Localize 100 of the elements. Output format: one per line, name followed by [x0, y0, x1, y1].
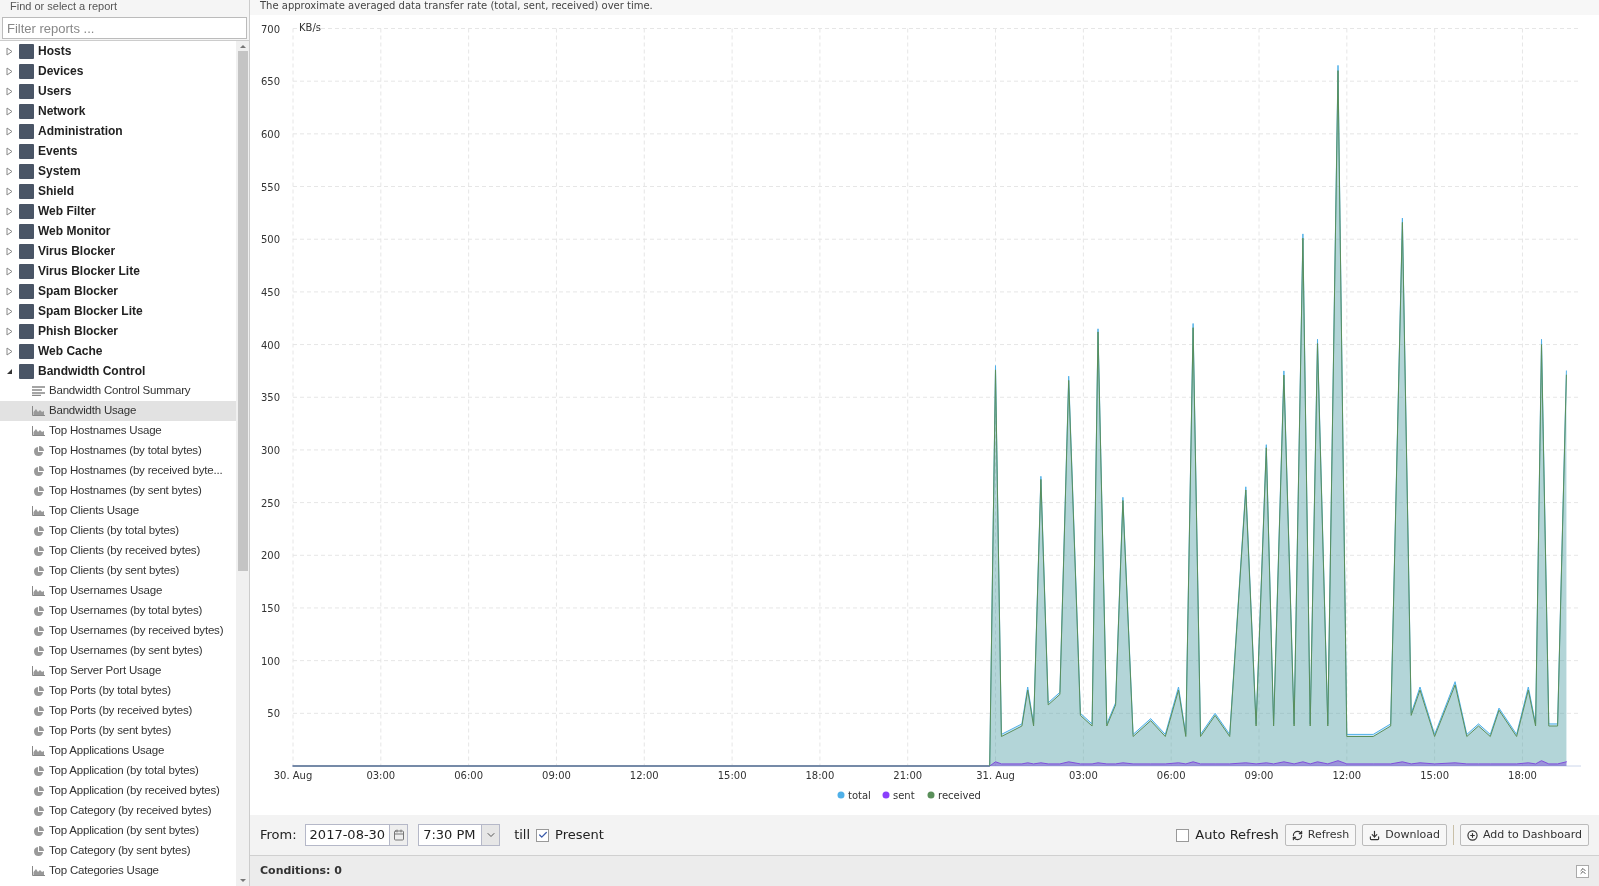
tree-item[interactable]: Top Application (by sent bytes) — [0, 821, 236, 841]
tree-item[interactable]: Top Ports (by sent bytes) — [0, 721, 236, 741]
download-icon — [1369, 829, 1381, 841]
pie-chart-icon — [33, 845, 44, 857]
expand-triangle-icon[interactable] — [6, 326, 13, 336]
expand-triangle-icon[interactable] — [6, 166, 13, 176]
tree-item[interactable]: Top Category (by received bytes) — [0, 801, 236, 821]
tree-category[interactable]: Hosts — [38, 42, 72, 60]
tree-item[interactable]: Top Hostnames (by sent bytes) — [0, 481, 236, 501]
calendar-icon[interactable] — [392, 829, 405, 841]
tree-item[interactable]: Top Clients (by sent bytes) — [0, 561, 236, 581]
date-field[interactable]: 2017-08-30 — [304, 824, 409, 846]
category-icon — [19, 203, 34, 219]
expand-triangle-icon[interactable] — [6, 226, 13, 236]
tree-category[interactable]: System — [38, 162, 81, 180]
filter-field[interactable]: Filter reports ... — [2, 17, 247, 39]
pie-chart-icon — [33, 725, 44, 737]
expand-triangle-icon[interactable] — [6, 306, 13, 316]
tree-category[interactable]: Web Filter — [38, 202, 96, 220]
category-icon — [19, 103, 34, 119]
category-icon — [19, 263, 34, 279]
tree-category[interactable]: Phish Blocker — [38, 322, 119, 340]
expand-icon[interactable] — [1576, 864, 1589, 878]
tree-category[interactable]: Administration — [38, 122, 123, 140]
category-icon — [19, 243, 34, 259]
expand-triangle-icon[interactable] — [6, 206, 13, 216]
till-label: till — [514, 826, 531, 845]
tree-item[interactable]: Top Clients Usage — [0, 501, 236, 521]
legend-item[interactable]: received — [927, 789, 981, 801]
expand-triangle-icon[interactable] — [6, 106, 13, 116]
x-tick-label: 18:00 — [805, 770, 835, 781]
toolbar-button[interactable]: Download — [1362, 824, 1447, 846]
tree-category[interactable]: Web Monitor — [38, 222, 111, 240]
tree-category[interactable]: Shield — [38, 182, 74, 200]
category-icon — [19, 43, 34, 59]
x-tick-label: 03:00 — [366, 770, 396, 781]
present-label[interactable]: Present — [555, 825, 604, 845]
tree-item[interactable]: Top Ports (by received bytes) — [0, 701, 236, 721]
tree-item[interactable]: Bandwidth Usage — [0, 401, 236, 421]
category-icon — [19, 323, 34, 339]
pie-chart-icon — [33, 605, 44, 617]
auto-refresh-checkbox[interactable] — [1176, 828, 1190, 842]
area-chart-icon — [32, 666, 45, 676]
conditions-label: Conditions: 0 — [260, 862, 342, 879]
pie-chart-icon — [33, 785, 44, 797]
tree-category[interactable]: Spam Blocker — [38, 282, 119, 300]
tree-item[interactable]: Top Server Port Usage — [0, 661, 236, 681]
tree-item[interactable]: Top Categories Usage — [0, 861, 236, 881]
tree-item[interactable]: Top Usernames (by total bytes) — [0, 601, 236, 621]
tree-item[interactable]: Top Usernames Usage — [0, 581, 236, 601]
category-icon — [19, 283, 34, 299]
tree-category[interactable]: Devices — [38, 62, 84, 80]
x-tick-label: 31. Aug — [976, 770, 1015, 781]
x-tick-label: 09:00 — [1244, 770, 1274, 781]
expand-triangle-icon[interactable] — [6, 146, 13, 156]
tree-item[interactable]: Top Clients (by total bytes) — [0, 521, 236, 541]
tree-item[interactable]: Top Clients (by received bytes) — [0, 541, 236, 561]
y-tick-label: 200 — [260, 550, 280, 562]
expand-triangle-icon[interactable] — [6, 46, 13, 56]
tree-item[interactable]: Top Ports (by total bytes) — [0, 681, 236, 701]
expand-triangle-icon[interactable] — [6, 86, 13, 96]
tree-item[interactable]: Top Application (by total bytes) — [0, 761, 236, 781]
legend-item[interactable]: total — [837, 789, 871, 801]
toolbar-button[interactable]: Refresh — [1284, 824, 1357, 846]
y-tick-label: 150 — [260, 602, 280, 614]
tree-category[interactable]: Events — [38, 142, 78, 160]
tree-category[interactable]: Spam Blocker Lite — [38, 302, 143, 320]
tree-category[interactable]: Bandwidth Control — [38, 362, 146, 380]
expand-triangle-icon[interactable] — [6, 246, 13, 256]
time-select[interactable]: 7:30 PM — [418, 824, 501, 846]
tree-item[interactable]: Top Hostnames Usage — [0, 421, 236, 441]
auto-refresh-label[interactable]: Auto Refresh — [1195, 825, 1279, 845]
tree-category[interactable]: Network — [38, 102, 86, 120]
tree-category[interactable]: Virus Blocker — [38, 242, 116, 260]
present-checkbox[interactable] — [536, 828, 550, 842]
toolbar-button[interactable]: Add to Dashboard — [1460, 824, 1589, 846]
expand-triangle-icon[interactable] — [6, 66, 13, 76]
expand-triangle-icon[interactable] — [6, 286, 13, 296]
tree-item[interactable]: Top Usernames (by received bytes) — [0, 621, 236, 641]
tree-item[interactable]: Top Hostnames (by received byte... — [0, 461, 236, 481]
tree-category[interactable]: Virus Blocker Lite — [38, 262, 140, 280]
expand-triangle-icon[interactable] — [6, 126, 13, 136]
tree-item[interactable]: Top Usernames (by sent bytes) — [0, 641, 236, 661]
tree-item[interactable]: Bandwidth Control Summary — [0, 381, 236, 401]
tree-item[interactable]: Top Category (by sent bytes) — [0, 841, 236, 861]
tree-item[interactable]: Top Hostnames (by total bytes) — [0, 441, 236, 461]
category-icon — [19, 63, 34, 79]
tree-category[interactable]: Web Cache — [38, 342, 103, 360]
scrollbar[interactable] — [236, 41, 249, 886]
x-tick-label: 12:00 — [1332, 770, 1362, 781]
collapse-triangle-icon[interactable] — [6, 367, 13, 375]
legend-item[interactable]: sent — [882, 789, 915, 801]
expand-triangle-icon[interactable] — [6, 186, 13, 196]
tree-category[interactable]: Users — [38, 82, 72, 100]
expand-triangle-icon[interactable] — [6, 266, 13, 276]
expand-triangle-icon[interactable] — [6, 346, 13, 356]
legend-label: sent — [893, 789, 915, 801]
tree-item[interactable]: Top Application (by received bytes) — [0, 781, 236, 801]
tree-item[interactable]: Top Applications Usage — [0, 741, 236, 761]
y-tick-label: 100 — [260, 655, 280, 667]
